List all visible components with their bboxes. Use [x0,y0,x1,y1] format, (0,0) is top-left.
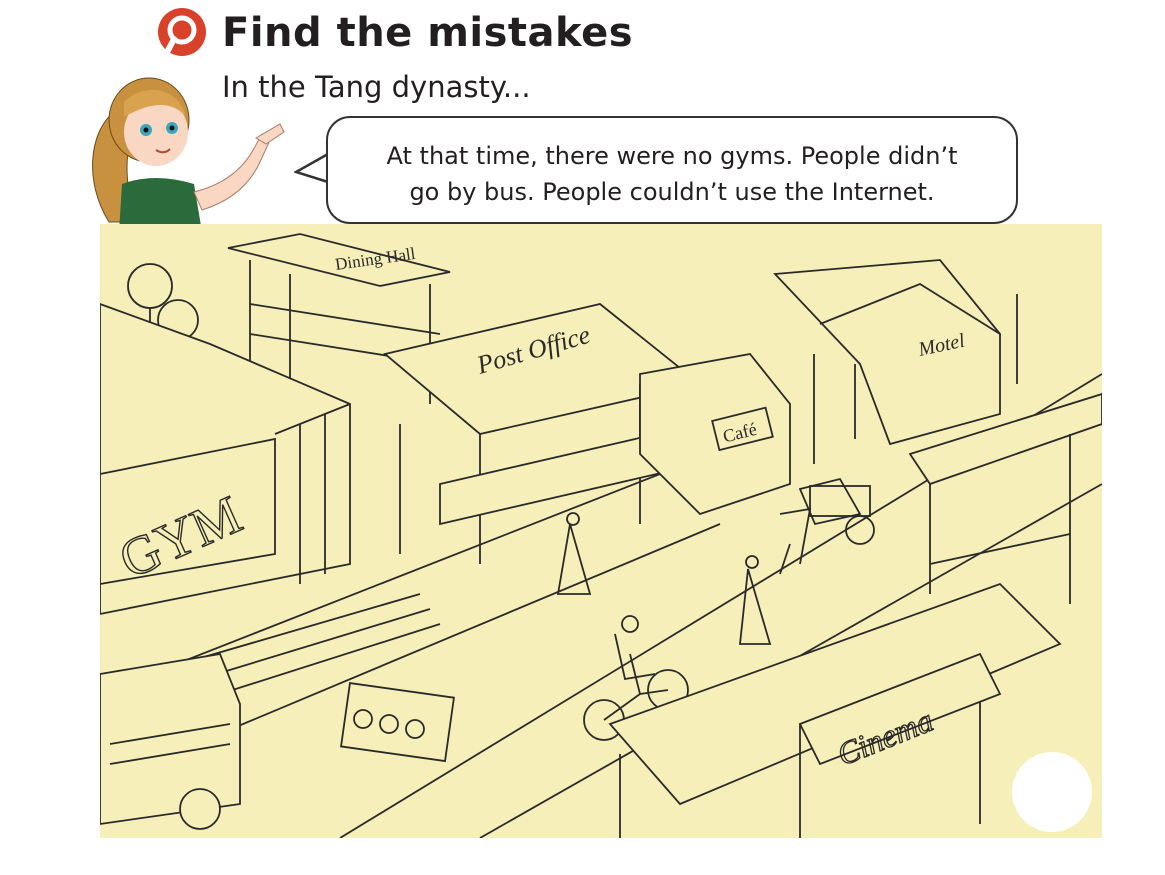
speech-bubble: At that time, there were no gyms. People… [326,116,1018,224]
speech-line-2: go by bus. People couldn’t use the Inter… [409,178,935,206]
cinema-building: Cinema [608,582,1062,838]
page-title: Find the mistakes [222,10,633,56]
white-circle-sticker [1012,752,1092,832]
speech-text: At that time, there were no gyms. People… [328,138,1016,210]
speech-line-1: At that time, there were no gyms. People… [386,142,958,170]
street-scene-illustration: Dining Hall Post Office Café Motel GYM C… [100,224,1102,838]
gym-building: GYM [100,303,351,615]
horse-cart [779,477,875,575]
magnifier-icon [158,8,206,61]
motel-building: Motel [773,259,1001,446]
cafe-building: Café [639,353,791,516]
girl-illustration [92,77,285,232]
bus [100,652,241,830]
